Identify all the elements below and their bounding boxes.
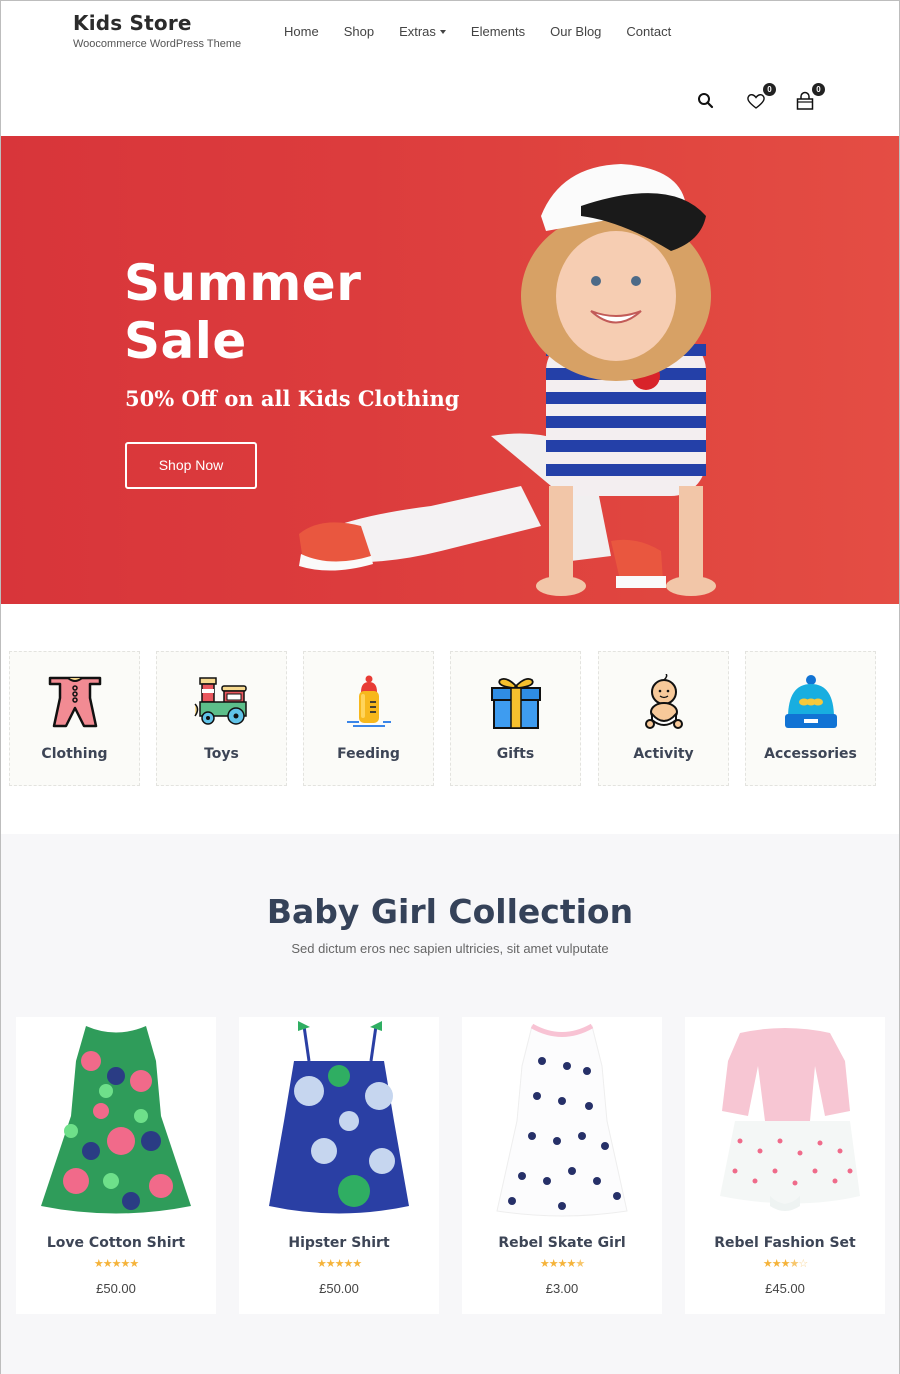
wishlist-count-badge: 0 xyxy=(763,83,776,96)
hero-child-image xyxy=(299,164,716,596)
nav-elements[interactable]: Elements xyxy=(471,24,525,39)
baby-bottle-icon xyxy=(346,675,391,727)
star-icon: ★ xyxy=(539,1258,550,1270)
hero-banner: Summer Sale 50% Off on all Kids Clothing… xyxy=(1,136,899,604)
product-price: £3.00 xyxy=(545,1281,579,1296)
caret-down-icon xyxy=(439,29,446,34)
category-label: Feeding xyxy=(337,746,400,762)
star-icon: ★ xyxy=(343,1258,353,1270)
star-icon: ★ xyxy=(316,1258,327,1270)
shop-now-button[interactable]: Shop Now xyxy=(125,442,257,489)
category-activity[interactable]: Activity xyxy=(598,651,729,786)
product-name[interactable]: Love Cotton Shirt xyxy=(16,1235,216,1251)
site-title[interactable]: Kids Store xyxy=(73,11,241,35)
product-price: £50.00 xyxy=(96,1281,136,1296)
category-label: Gifts xyxy=(496,746,535,762)
category-label: Accessories xyxy=(764,746,857,762)
star-icon: ★ xyxy=(548,1258,559,1270)
header-actions: 0 0 xyxy=(695,83,842,113)
product-card[interactable]: Rebel Fashion Set ★★★★☆ £45.00 xyxy=(685,1017,885,1314)
onesie-icon xyxy=(48,676,101,728)
search-icon xyxy=(698,93,714,109)
star-icon: ☆ xyxy=(798,1258,808,1270)
star-icon: ★ xyxy=(129,1258,139,1270)
category-clothing[interactable]: Clothing xyxy=(9,651,140,786)
nav-elements-label: Elements xyxy=(470,24,526,39)
category-gifts[interactable]: Gifts xyxy=(450,651,581,786)
product-name[interactable]: Rebel Skate Girl xyxy=(462,1235,662,1251)
nav-extras[interactable]: Extras xyxy=(399,24,446,39)
product-card[interactable]: Love Cotton Shirt ★★★★★ £50.00 xyxy=(16,1017,216,1314)
nav-contact-label: Contact xyxy=(626,24,672,39)
star-icon: ★ xyxy=(789,1258,799,1270)
toy-train-icon xyxy=(193,677,247,725)
search-button[interactable] xyxy=(695,89,719,113)
category-feeding[interactable]: Feeding xyxy=(303,651,434,786)
product-image[interactable] xyxy=(700,1021,870,1221)
star-icon: ★ xyxy=(771,1258,782,1270)
product-card[interactable]: Hipster Shirt ★★★★★ £50.00 xyxy=(239,1017,439,1314)
section-subtitle: Sed dictum eros nec sapien ultricies, si… xyxy=(291,941,609,956)
site-tagline: Woocommerce WordPress Theme xyxy=(73,38,242,50)
product-rating-stars: ★★★★★ xyxy=(462,1257,662,1270)
site-logo[interactable]: Kids Store Woocommerce WordPress Theme xyxy=(73,11,241,50)
star-icon: ★ xyxy=(566,1258,576,1270)
nav-home-label: Home xyxy=(284,24,319,39)
baby-icon xyxy=(644,674,683,729)
beanie-hat-icon xyxy=(784,675,837,728)
product-name[interactable]: Rebel Fashion Set xyxy=(685,1235,885,1251)
category-toys[interactable]: Toys xyxy=(156,651,287,786)
cart-button[interactable]: 0 xyxy=(793,83,825,113)
nav-home[interactable]: Home xyxy=(284,24,319,39)
star-icon: ★ xyxy=(575,1258,585,1270)
nav-contact[interactable]: Contact xyxy=(626,24,671,39)
gift-box-icon xyxy=(490,677,541,729)
star-icon: ★ xyxy=(102,1258,113,1270)
product-price: £45.00 xyxy=(765,1281,805,1296)
nav-our-blog[interactable]: Our Blog xyxy=(550,24,601,39)
product-card[interactable]: Rebel Skate Girl ★★★★★ £3.00 xyxy=(462,1017,662,1314)
section-title: Baby Girl Collection xyxy=(266,892,634,931)
star-icon: ★ xyxy=(762,1258,773,1270)
star-icon: ★ xyxy=(93,1258,104,1270)
product-name[interactable]: Hipster Shirt xyxy=(239,1235,439,1251)
nav-shop[interactable]: Shop xyxy=(344,24,374,39)
star-icon: ★ xyxy=(352,1258,362,1270)
star-icon: ★ xyxy=(325,1258,336,1270)
category-label: Toys xyxy=(204,746,239,762)
nav-our-blog-label: Our Blog xyxy=(550,24,602,39)
star-icon: ★ xyxy=(120,1258,130,1270)
cart-count-badge: 0 xyxy=(812,83,825,96)
category-section: Clothing Toys Feeding Gifts Activity Acc… xyxy=(1,604,899,834)
product-image[interactable] xyxy=(254,1021,424,1221)
category-label: Clothing xyxy=(41,746,108,762)
site-header: Kids Store Woocommerce WordPress Theme H… xyxy=(1,1,899,136)
product-rating-stars: ★★★★☆ xyxy=(685,1257,885,1270)
product-image[interactable] xyxy=(31,1021,201,1221)
product-rating-stars: ★★★★★ xyxy=(16,1257,216,1270)
product-price: £50.00 xyxy=(319,1281,359,1296)
nav-extras-label: Extras xyxy=(399,24,436,39)
category-label: Activity xyxy=(633,746,694,762)
nav-shop-label: Shop xyxy=(343,24,375,39)
baby-girl-collection: Baby Girl Collection Sed dictum eros nec… xyxy=(1,834,899,1374)
wishlist-button[interactable]: 0 xyxy=(744,83,776,113)
product-rating-stars: ★★★★★ xyxy=(239,1257,439,1270)
category-accessories[interactable]: Accessories xyxy=(745,651,876,786)
main-nav: Home Shop Extras Elements Our Blog Conta… xyxy=(284,24,696,39)
product-image[interactable] xyxy=(477,1021,647,1221)
